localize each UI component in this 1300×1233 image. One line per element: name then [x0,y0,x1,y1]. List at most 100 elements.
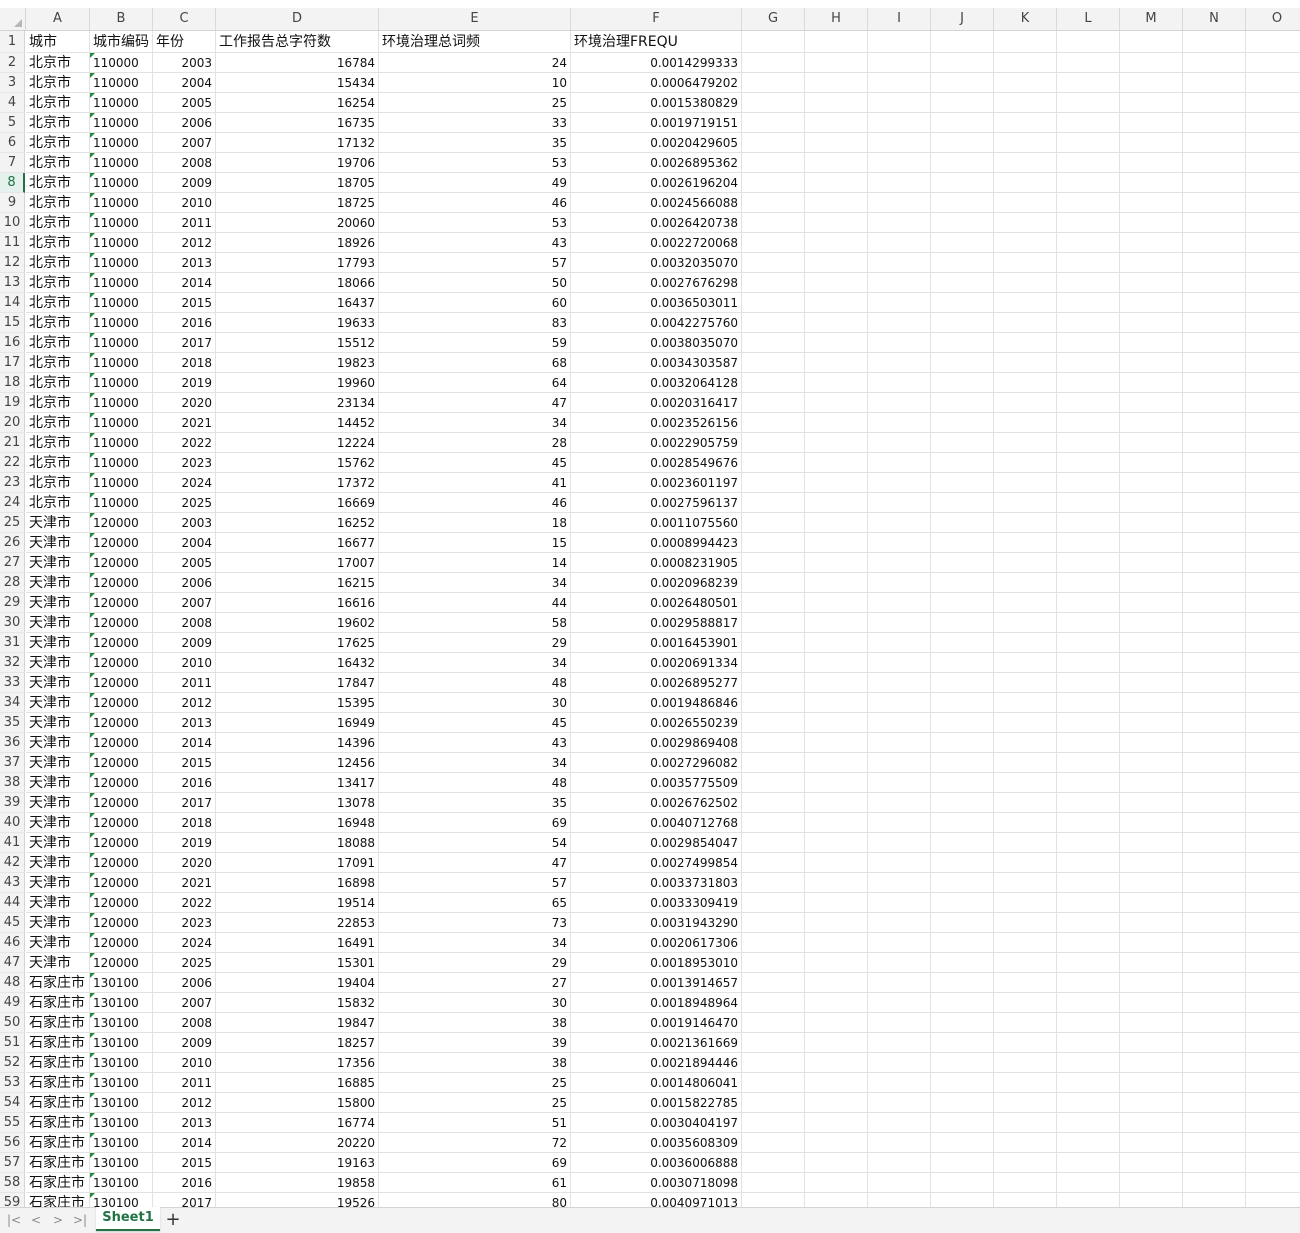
empty-cell[interactable] [805,1193,868,1207]
column-header-c[interactable]: C [153,8,216,30]
empty-cell[interactable] [868,853,931,873]
empty-cell[interactable] [994,953,1057,973]
empty-cell[interactable] [868,593,931,613]
term-frequency-cell[interactable]: 54 [379,833,571,853]
empty-cell[interactable] [1246,673,1300,693]
empty-cell[interactable] [994,893,1057,913]
empty-cell[interactable] [931,93,994,113]
term-frequency-cell[interactable]: 41 [379,473,571,493]
char-count-cell[interactable]: 18705 [216,173,379,193]
empty-cell[interactable] [931,1113,994,1133]
empty-cell[interactable] [805,793,868,813]
empty-cell[interactable] [868,953,931,973]
year-cell[interactable]: 2020 [153,393,216,413]
empty-cell[interactable] [868,153,931,173]
city-code-cell[interactable]: 120000 [90,933,153,953]
empty-cell[interactable] [868,893,931,913]
empty-cell[interactable] [742,473,805,493]
row-header[interactable]: 58 [0,1173,25,1193]
empty-cell[interactable] [1246,293,1300,313]
year-cell[interactable]: 2018 [153,353,216,373]
empty-cell[interactable] [1120,293,1183,313]
year-cell[interactable]: 2022 [153,433,216,453]
empty-cell[interactable] [742,233,805,253]
city-cell[interactable]: 天津市 [26,713,90,733]
city-code-cell[interactable]: 130100 [90,1113,153,1133]
empty-cell[interactable] [931,273,994,293]
empty-cell[interactable] [994,233,1057,253]
empty-cell[interactable] [742,31,805,53]
empty-cell[interactable] [994,433,1057,453]
empty-cell[interactable] [994,493,1057,513]
row-header[interactable]: 12 [0,253,25,273]
empty-cell[interactable] [994,293,1057,313]
city-code-cell[interactable]: 130100 [90,1173,153,1193]
empty-cell[interactable] [1057,233,1120,253]
empty-cell[interactable] [994,793,1057,813]
empty-cell[interactable] [1057,93,1120,113]
header-cell-a[interactable]: 城市 [26,31,90,53]
frequ-cell[interactable]: 0.0033309419 [571,893,742,913]
empty-cell[interactable] [868,193,931,213]
empty-cell[interactable] [1057,613,1120,633]
empty-cell[interactable] [805,513,868,533]
char-count-cell[interactable]: 15832 [216,993,379,1013]
empty-cell[interactable] [931,733,994,753]
city-cell[interactable]: 石家庄市 [26,1173,90,1193]
empty-cell[interactable] [1183,993,1246,1013]
empty-cell[interactable] [1057,153,1120,173]
char-count-cell[interactable]: 16254 [216,93,379,113]
row-header[interactable]: 34 [0,693,25,713]
city-cell[interactable]: 天津市 [26,513,90,533]
frequ-cell[interactable]: 0.0013914657 [571,973,742,993]
char-count-cell[interactable]: 15512 [216,333,379,353]
empty-cell[interactable] [994,373,1057,393]
city-code-cell[interactable]: 120000 [90,553,153,573]
empty-cell[interactable] [1057,453,1120,473]
term-frequency-cell[interactable]: 38 [379,1013,571,1033]
empty-cell[interactable] [1057,1013,1120,1033]
char-count-cell[interactable]: 13417 [216,773,379,793]
empty-cell[interactable] [805,673,868,693]
empty-cell[interactable] [742,673,805,693]
city-code-cell[interactable]: 110000 [90,193,153,213]
city-cell[interactable]: 天津市 [26,753,90,773]
empty-cell[interactable] [805,353,868,373]
empty-cell[interactable] [805,533,868,553]
empty-cell[interactable] [931,613,994,633]
year-cell[interactable]: 2007 [153,993,216,1013]
empty-cell[interactable] [1246,153,1300,173]
empty-cell[interactable] [1183,1033,1246,1053]
empty-cell[interactable] [1183,73,1246,93]
empty-cell[interactable] [931,113,994,133]
char-count-cell[interactable]: 23134 [216,393,379,413]
term-frequency-cell[interactable]: 57 [379,253,571,273]
city-code-cell[interactable]: 120000 [90,593,153,613]
empty-cell[interactable] [805,93,868,113]
row-header[interactable]: 26 [0,533,25,553]
empty-cell[interactable] [931,293,994,313]
empty-cell[interactable] [868,873,931,893]
row-header[interactable]: 40 [0,813,25,833]
empty-cell[interactable] [1057,653,1120,673]
city-cell[interactable]: 北京市 [26,353,90,373]
frequ-cell[interactable]: 0.0040971013 [571,1193,742,1207]
empty-cell[interactable] [1183,153,1246,173]
empty-cell[interactable] [742,653,805,673]
year-cell[interactable]: 2003 [153,513,216,533]
empty-cell[interactable] [742,693,805,713]
row-header[interactable]: 16 [0,333,25,353]
city-code-cell[interactable]: 110000 [90,133,153,153]
year-cell[interactable]: 2005 [153,553,216,573]
empty-cell[interactable] [742,1053,805,1073]
year-cell[interactable]: 2012 [153,233,216,253]
city-cell[interactable]: 北京市 [26,333,90,353]
empty-cell[interactable] [1120,53,1183,73]
city-cell[interactable]: 北京市 [26,473,90,493]
empty-cell[interactable] [742,1193,805,1207]
empty-cell[interactable] [805,893,868,913]
empty-cell[interactable] [1183,1093,1246,1113]
char-count-cell[interactable]: 16616 [216,593,379,613]
year-cell[interactable]: 2016 [153,313,216,333]
empty-cell[interactable] [805,1013,868,1033]
